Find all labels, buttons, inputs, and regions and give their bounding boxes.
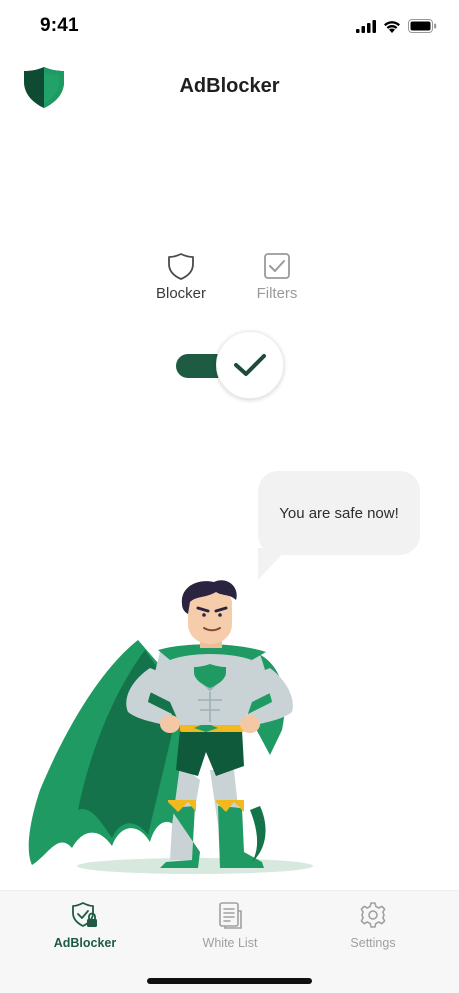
tab-settings-label: Settings xyxy=(350,936,396,950)
mode-blocker-label: Blocker xyxy=(155,285,207,302)
tab-adblocker[interactable]: AdBlocker xyxy=(30,901,140,950)
tab-settings[interactable]: Settings xyxy=(318,901,428,950)
superhero-illustration xyxy=(28,580,313,874)
tab-bar: AdBlocker White List Settings xyxy=(0,890,459,993)
wifi-icon xyxy=(384,20,400,33)
shield-lock-icon xyxy=(72,902,97,927)
speech-text: You are safe now! xyxy=(279,504,399,522)
home-indicator[interactable] xyxy=(147,978,312,984)
app-screen: 9:41 AdBlocker Blocker Filters You are s… xyxy=(0,0,459,993)
checkbox-icon xyxy=(264,253,290,279)
gear-icon xyxy=(360,902,386,928)
mode-blocker-button[interactable]: Blocker xyxy=(141,251,221,302)
tab-white-list[interactable]: White List xyxy=(175,901,285,950)
status-time: 9:41 xyxy=(40,15,79,36)
mode-filters-button[interactable]: Filters xyxy=(237,251,317,302)
cellular-signal-icon xyxy=(356,19,376,33)
status-bar: 9:41 xyxy=(0,0,459,54)
status-icons xyxy=(356,19,437,33)
page-title: AdBlocker xyxy=(179,75,280,97)
battery-icon xyxy=(408,19,437,33)
mode-switch: Blocker Filters xyxy=(0,251,459,311)
shield-outline-icon xyxy=(168,253,194,280)
tab-adblocker-label: AdBlocker xyxy=(53,936,117,950)
mode-filters-label: Filters xyxy=(256,285,298,302)
document-list-icon xyxy=(219,902,242,929)
speech-bubble: You are safe now! xyxy=(258,471,420,555)
toggle-knob xyxy=(216,331,284,399)
speech-bubble-tail xyxy=(258,548,288,580)
tab-white-list-label: White List xyxy=(202,936,258,950)
checkmark-icon xyxy=(234,354,266,376)
protection-toggle[interactable] xyxy=(176,331,286,401)
